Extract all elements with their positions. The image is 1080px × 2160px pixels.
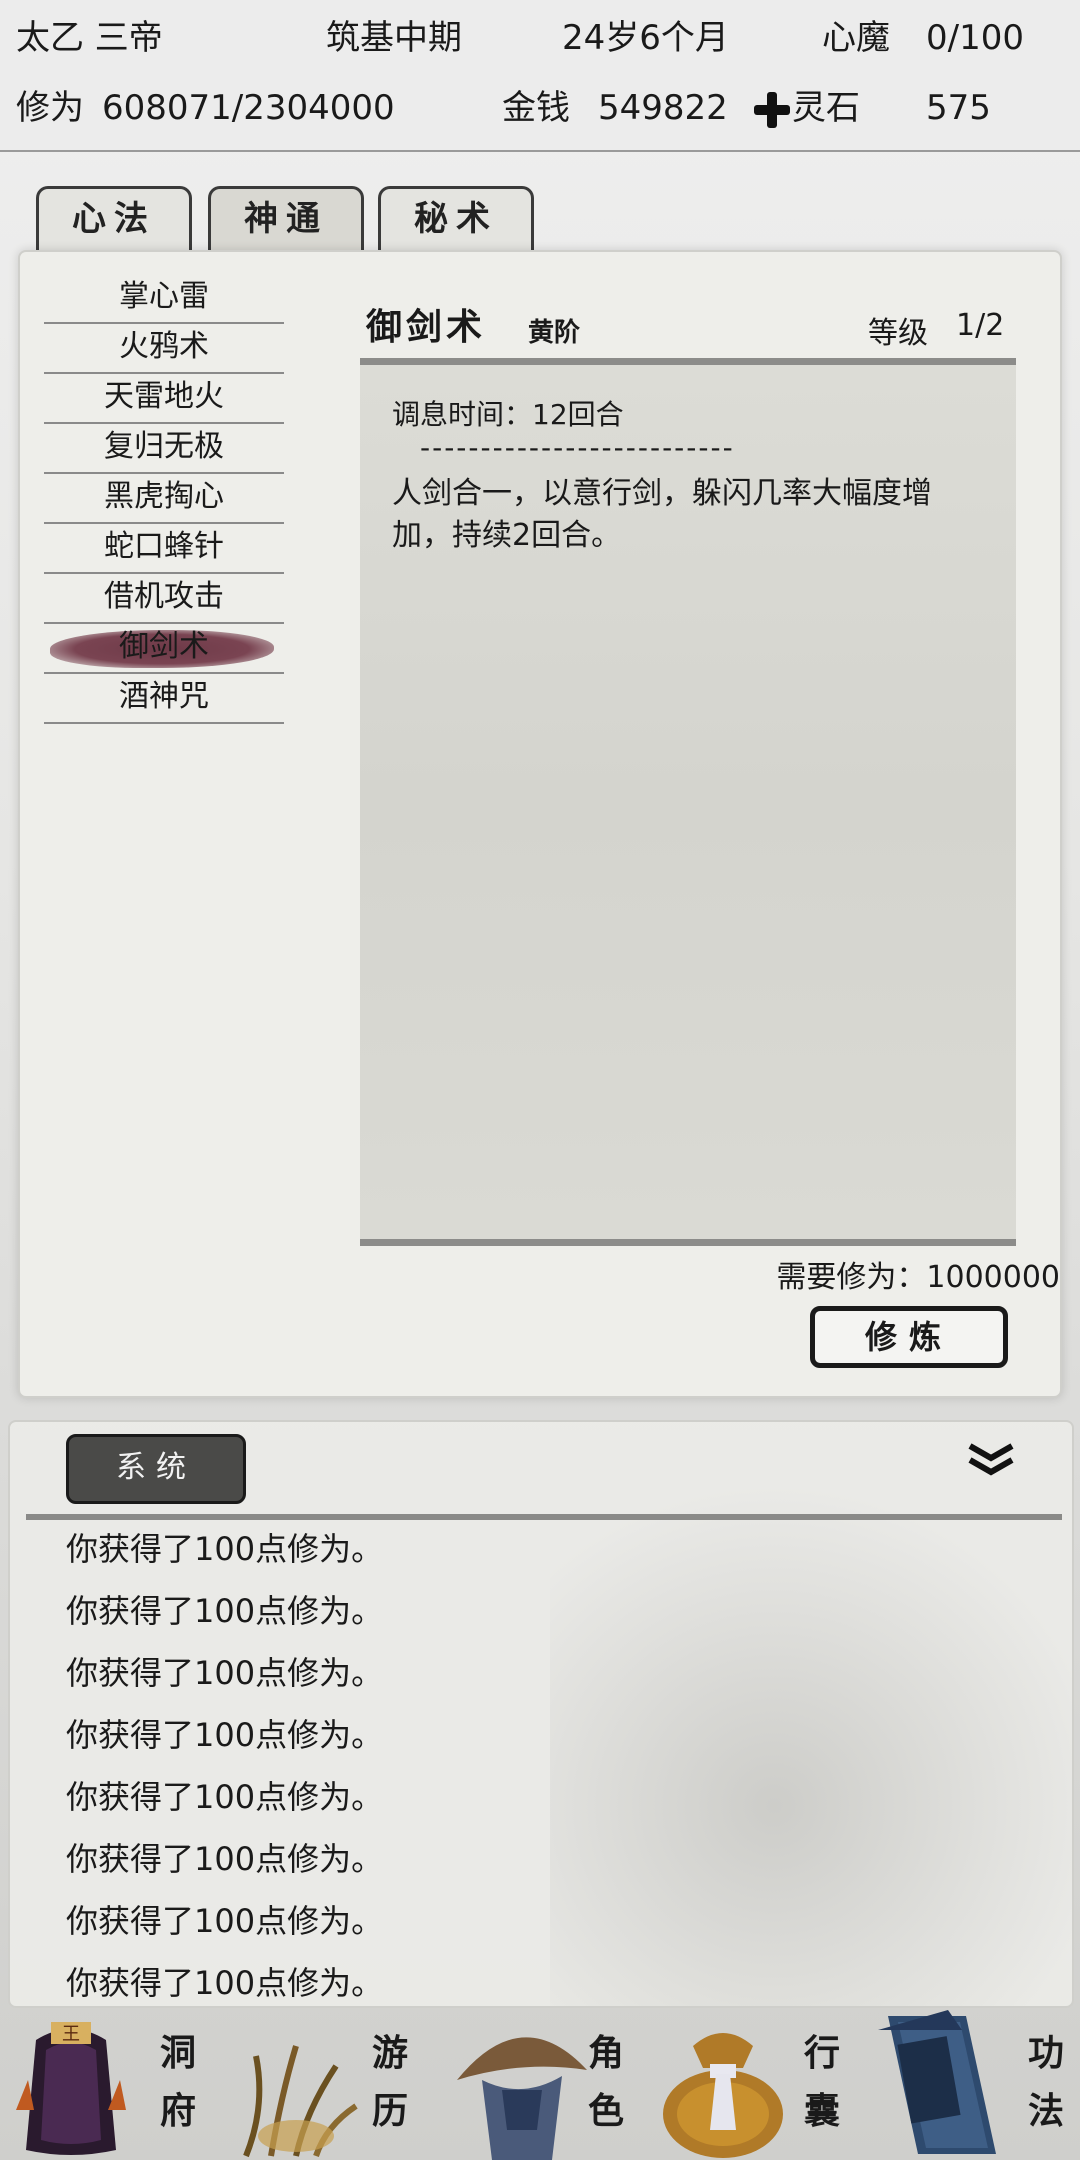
status-header: 太乙 三帝 筑基中期 24岁6个月 心魔 0/100 修为 608071/230…	[0, 0, 1080, 152]
tab-mishu[interactable]: 秘术	[378, 186, 534, 252]
money-value: 549822	[598, 88, 728, 128]
player-age: 24岁6个月	[562, 18, 729, 58]
nav-label-character: 角色	[587, 2032, 624, 2132]
skill-item-huoyashu[interactable]: 火鸦术	[44, 324, 284, 374]
spirit-stone-value: 575	[926, 88, 991, 128]
log-divider	[26, 1514, 1062, 1520]
skill-item-yujianshu[interactable]: 御剑术	[44, 624, 284, 674]
skill-item-zhangxinlei[interactable]: 掌心雷	[44, 274, 284, 324]
nav-label-travel: 游历	[371, 2032, 408, 2132]
skill-item-tianleidihuo[interactable]: 天雷地火	[44, 374, 284, 424]
log-line: 你获得了100点修为。	[66, 1716, 384, 1754]
collapse-chevrons-icon[interactable]	[966, 1442, 1016, 1482]
skill-label: 黑虎掏心	[104, 479, 224, 514]
skill-item-jiushenzhou[interactable]: 酒神咒	[44, 674, 284, 724]
skill-label: 御剑术	[119, 629, 209, 664]
message-log-panel: 系统 你获得了100点修为。 你获得了100点修为。 你获得了100点修为。 你…	[8, 1420, 1074, 2008]
skill-panel: 掌心雷 火鸦术 天雷地火 复归无极 黑虎掏心 蛇口蜂针 借机攻击 御剑术 酒神咒…	[18, 250, 1062, 1398]
level-value: 1/2	[956, 308, 1005, 343]
skill-label: 借机攻击	[104, 579, 224, 614]
skill-item-jiejigongji[interactable]: 借机攻击	[44, 574, 284, 624]
skill-label: 火鸦术	[119, 329, 209, 364]
log-line: 你获得了100点修为。	[66, 1902, 384, 1940]
description-separator: --------------------------	[420, 431, 735, 464]
spirit-stone-label: 灵石	[792, 88, 860, 128]
log-line: 你获得了100点修为。	[66, 1778, 384, 1816]
skill-item-shekoufengzhen[interactable]: 蛇口蜂针	[44, 524, 284, 574]
nav-item-bag[interactable]: 行囊	[648, 2010, 864, 2160]
log-line: 你获得了100点修为。	[66, 1530, 384, 1568]
player-name: 太乙 三帝	[16, 18, 163, 58]
nav-item-cave[interactable]: 王 洞府	[0, 2010, 216, 2160]
nav-label-bag: 行囊	[803, 2032, 840, 2132]
log-line: 你获得了100点修为。	[66, 1592, 384, 1630]
nav-item-travel[interactable]: 游历	[216, 2010, 432, 2160]
nav-label-skills: 功法	[1027, 2032, 1064, 2132]
cultivation-label: 修为	[16, 88, 84, 128]
skill-label: 蛇口蜂针	[104, 529, 224, 564]
cooldown-text: 调息时间：12回合	[392, 398, 624, 431]
skill-label: 天雷地火	[104, 379, 224, 414]
log-line: 你获得了100点修为。	[66, 1964, 384, 2002]
skill-title: 御剑术	[366, 306, 487, 348]
skill-label: 掌心雷	[119, 279, 209, 314]
tab-shentong[interactable]: 神通	[208, 186, 364, 252]
nav-label-cave: 洞府	[159, 2032, 196, 2132]
skill-description-box: 调息时间：12回合 -------------------------- 人剑合…	[360, 358, 1016, 1246]
required-cultivation: 需要修为：1000000	[776, 1260, 1060, 1295]
bottom-navigation: 王 洞府 游历 角色 行囊 功法	[0, 2010, 1080, 2160]
effect-text: 人剑合一，以意行剑，躲闪几率大幅度增加，持续2回合。	[392, 476, 932, 553]
tab-xinfa[interactable]: 心法	[36, 186, 192, 252]
skill-label: 酒神咒	[119, 679, 209, 714]
skill-grade: 黄阶	[528, 318, 581, 348]
nav-item-skills[interactable]: 功法	[864, 2010, 1080, 2160]
skill-item-fuguiwuji[interactable]: 复归无极	[44, 424, 284, 474]
bag-icon	[663, 2033, 783, 2158]
svg-text:王: 王	[62, 2024, 80, 2045]
money-label: 金钱	[502, 88, 570, 128]
ink-mountain-background	[550, 1482, 1072, 2006]
scroll-book-icon	[878, 2010, 996, 2154]
character-hat-icon	[457, 2037, 587, 2160]
realm-stage: 筑基中期	[326, 18, 462, 58]
skill-label: 复归无极	[104, 429, 224, 464]
log-line: 你获得了100点修为。	[66, 1654, 384, 1692]
level-label: 等级	[868, 316, 928, 351]
skill-item-heihutaoxin[interactable]: 黑虎掏心	[44, 474, 284, 524]
nav-item-character[interactable]: 角色	[432, 2010, 648, 2160]
heart-demon-label: 心魔	[822, 18, 890, 58]
cave-dwelling-icon: 王	[16, 2022, 126, 2155]
tab-system[interactable]: 系统	[66, 1434, 246, 1504]
cultivation-value: 608071/2304000	[102, 88, 395, 128]
heart-demon-value: 0/100	[926, 18, 1024, 58]
spirit-stone-icon	[752, 90, 792, 130]
spirit-stone-label-group: 灵石	[752, 88, 860, 130]
train-button[interactable]: 修炼	[810, 1306, 1008, 1368]
log-line: 你获得了100点修为。	[66, 1840, 384, 1878]
travel-grass-icon	[243, 2045, 358, 2158]
